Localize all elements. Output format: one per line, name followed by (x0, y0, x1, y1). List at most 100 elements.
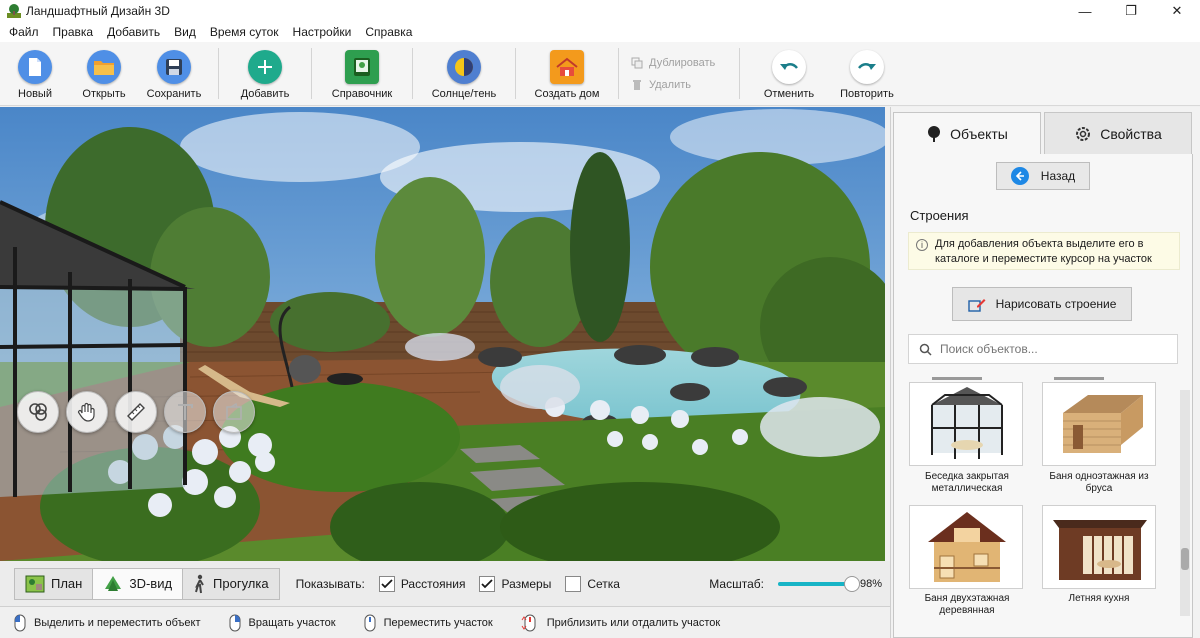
back-arrow-icon (1010, 167, 1029, 185)
mouse-left-click-icon (14, 614, 26, 631)
folder-icon (87, 50, 121, 84)
menu-bar: Файл Правка Добавить Вид Время суток Нас… (0, 22, 1200, 42)
checkbox-grid[interactable]: Сетка (565, 575, 620, 592)
checkmark-icon (481, 578, 494, 588)
catalog-item-bathhouse[interactable] (1042, 382, 1156, 466)
search-input[interactable] (940, 342, 1160, 356)
catalog-item-summer-kitchen[interactable] (1042, 505, 1156, 589)
delete-button[interactable]: Удалить (631, 79, 727, 91)
menu-file[interactable]: Файл (2, 22, 46, 42)
tab-3d-view-label: 3D-вид (129, 576, 173, 591)
checkbox-dimensions-label: Размеры (501, 576, 552, 591)
search-icon (919, 343, 932, 356)
scale-label: Масштаб: (709, 576, 764, 591)
undo-icon (772, 50, 806, 84)
hint-select-move-text: Выделить и переместить объект (34, 616, 201, 629)
checkbox-distances-box[interactable] (378, 575, 395, 592)
objects-panel: Объекты Свойства Назад Строения i Для до… (890, 107, 1200, 638)
view-bar: План 3D-вид Прогулка Показывать: Расстоя… (0, 561, 890, 607)
objects-tool-button[interactable] (17, 391, 59, 433)
catalog-item-two-story-bathhouse[interactable] (909, 505, 1023, 589)
new-label: Новый (18, 88, 52, 100)
floppy-disk-icon (157, 50, 191, 84)
edit-buttons: Дублировать Удалить (619, 42, 739, 105)
checkbox-grid-label: Сетка (587, 576, 620, 591)
search-box[interactable] (908, 334, 1178, 364)
duplicate-button[interactable]: Дублировать (631, 57, 727, 69)
app-icon (7, 4, 21, 18)
checkbox-grid-box[interactable] (565, 575, 582, 592)
hint-rotate: Вращать участок (229, 614, 336, 632)
tab-objects[interactable]: Объекты (893, 112, 1041, 155)
scale-slider[interactable] (777, 575, 861, 592)
garden-scene-image (0, 107, 885, 561)
tab-objects-label: Объекты (950, 126, 1008, 142)
checkbox-distances[interactable]: Расстояния (378, 575, 465, 592)
menu-help[interactable]: Справка (358, 22, 419, 42)
tab-walk[interactable]: Прогулка (183, 568, 279, 599)
new-button[interactable]: Новый (0, 42, 70, 105)
menu-add[interactable]: Добавить (100, 22, 167, 42)
text-tool-button[interactable] (164, 391, 206, 433)
open-button[interactable]: Открыть (70, 42, 138, 105)
tab-properties[interactable]: Свойства (1044, 112, 1192, 155)
ruler-icon (127, 403, 145, 421)
maximize-button[interactable]: ❐ (1108, 0, 1154, 22)
checkbox-dimensions[interactable]: Размеры (479, 575, 552, 592)
undo-button[interactable]: Отменить (750, 42, 828, 105)
section-title: Строения (910, 208, 969, 223)
gazebo-icon (931, 387, 1003, 459)
ruler-tool-button[interactable] (115, 391, 157, 433)
menu-view[interactable]: Вид (167, 22, 203, 42)
menu-time-of-day[interactable]: Время суток (203, 22, 286, 42)
trash-icon (633, 79, 641, 90)
menu-settings[interactable]: Настройки (286, 22, 359, 42)
catalog-scrollbar-thumb[interactable] (1181, 548, 1189, 570)
hint-rotate-text: Вращать участок (248, 616, 336, 629)
redo-button[interactable]: Повторить (828, 42, 906, 105)
3d-viewport[interactable] (0, 107, 885, 561)
duplicate-label: Дублировать (649, 56, 716, 69)
catalog-item-two-story-bathhouse-label: Баня двухэтажная деревянная (924, 593, 1010, 616)
plan-icon (25, 575, 45, 592)
mouse-wheel-click-icon (364, 614, 376, 631)
redo-icon (850, 50, 884, 84)
catalog-item-gazebo-label: Беседка закрытая металлическая (925, 471, 1009, 494)
close-button[interactable]: ✕ (1154, 0, 1200, 22)
minimize-button[interactable]: — (1062, 0, 1108, 22)
title-bar: Ландшафтный Дизайн 3D — ❐ ✕ (0, 0, 1200, 22)
duplicate-icon (631, 57, 643, 68)
catalog-item-bathhouse-label: Баня одноэтажная из бруса (1049, 471, 1149, 494)
back-label: Назад (1040, 169, 1076, 183)
mouse-right-click-icon (229, 614, 241, 631)
objects-icon (29, 403, 47, 421)
toolbar-separator (739, 48, 740, 99)
tab-plan[interactable]: План (15, 568, 94, 599)
open-label: Открыть (82, 88, 126, 100)
window-title: Ландшафтный Дизайн 3D (26, 4, 170, 18)
tab-3d-view[interactable]: 3D-вид (93, 568, 184, 599)
3d-view-icon (105, 575, 122, 591)
reference-button[interactable]: Справочник (312, 42, 412, 105)
scale-slider-thumb[interactable] (844, 575, 861, 592)
add-button[interactable]: Добавить (219, 42, 311, 105)
sun-shadow-button[interactable]: Солнце/тень (413, 42, 515, 105)
checkbox-dimensions-box[interactable] (479, 575, 496, 592)
draw-building-button[interactable]: Нарисовать строение (952, 287, 1132, 321)
walk-icon (195, 574, 204, 593)
save-button[interactable]: Сохранить (138, 42, 210, 105)
hand-tool-button[interactable] (66, 391, 108, 433)
panel-tabs: Объекты Свойства (893, 112, 1195, 155)
area-tool-button[interactable] (213, 391, 255, 433)
catalog-item-gazebo[interactable] (909, 382, 1023, 466)
summer-kitchen-icon (1053, 520, 1147, 580)
bathhouse-icon (1063, 395, 1143, 453)
gear-icon (1076, 126, 1091, 141)
tab-walk-label: Прогулка (213, 576, 269, 591)
back-button[interactable]: Назад (996, 162, 1090, 190)
show-label: Показывать: (295, 576, 365, 591)
menu-edit[interactable]: Правка (46, 22, 101, 42)
create-house-button[interactable]: Создать дом (516, 42, 618, 105)
catalog-scrollbar[interactable] (1180, 390, 1190, 616)
tab-properties-label: Свойства (1100, 125, 1162, 142)
